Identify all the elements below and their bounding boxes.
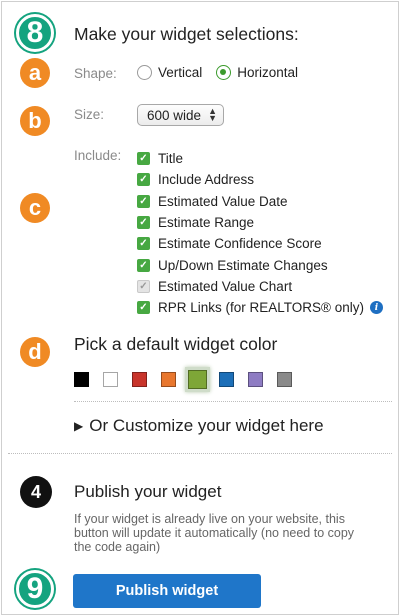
- include-checklist: ✓ Title ✓ Include Address ✓ Estimated Va…: [137, 148, 384, 318]
- expand-triangle-icon: ▶: [74, 419, 84, 433]
- option-label: Estimated Value Date: [158, 193, 288, 209]
- divider: [74, 401, 392, 402]
- color-swatch-red[interactable]: [132, 372, 147, 387]
- color-swatches: [74, 370, 306, 389]
- badge-c-letter: c: [28, 195, 42, 220]
- shape-horizontal-label: Horizontal: [237, 65, 299, 80]
- publish-description: If your widget is already live on your w…: [74, 512, 355, 554]
- shape-vertical-radio[interactable]: Vertical: [137, 65, 202, 80]
- option-label: Include Address: [158, 172, 255, 188]
- badge-d-letter: d: [28, 339, 42, 364]
- selections-heading: Make your widget selections:: [74, 24, 299, 44]
- publish-heading: Publish your widget: [74, 482, 222, 501]
- color-swatch-black[interactable]: [74, 372, 89, 387]
- checkbox-checked-icon: ✓: [137, 152, 150, 166]
- badge-d: d: [20, 337, 50, 367]
- include-rpr-links-option[interactable]: ✓ RPR Links (for REALTORS® only) i: [137, 297, 384, 318]
- option-label: Estimate Range: [158, 215, 255, 231]
- step-4-number: 4: [30, 481, 41, 502]
- step-9-number: 9: [26, 572, 44, 605]
- customize-toggle[interactable]: ▶ Or Customize your widget here: [74, 416, 324, 436]
- checkbox-checked-icon: ✓: [137, 173, 150, 187]
- checkbox-checked-icon: ✓: [137, 258, 150, 272]
- option-label: Estimate Confidence Score: [158, 236, 322, 252]
- shape-horizontal-radio[interactable]: Horizontal: [216, 65, 298, 80]
- info-icon[interactable]: i: [370, 301, 384, 315]
- include-estimate-changes-option[interactable]: ✓ Up/Down Estimate Changes: [137, 254, 383, 275]
- include-estimated-value-date-option[interactable]: ✓ Estimated Value Date: [137, 191, 383, 212]
- option-label: Title: [158, 151, 184, 167]
- color-swatch-purple[interactable]: [248, 372, 263, 387]
- checkbox-disabled-checked-icon: ✓: [137, 279, 150, 293]
- option-label: Up/Down Estimate Changes: [158, 257, 328, 273]
- include-address-option[interactable]: ✓ Include Address: [137, 169, 383, 190]
- color-heading: Pick a default widget color: [74, 334, 278, 354]
- color-swatch-green[interactable]: [188, 370, 207, 389]
- checkbox-checked-icon: ✓: [137, 237, 150, 251]
- checkbox-checked-icon: ✓: [137, 194, 150, 208]
- checkbox-checked-icon: ✓: [137, 301, 150, 315]
- step-8-number: 8: [26, 16, 44, 49]
- color-swatch-orange[interactable]: [161, 372, 176, 387]
- color-swatch-blue[interactable]: [219, 372, 234, 387]
- checkbox-checked-icon: ✓: [137, 216, 150, 230]
- size-select-value: 600 wide: [147, 107, 202, 123]
- step-8-badge: 8: [16, 14, 54, 52]
- shape-vertical-label: Vertical: [158, 65, 203, 80]
- customize-label: Or Customize your widget here: [89, 416, 324, 435]
- badge-b: b: [20, 106, 50, 136]
- option-label: RPR Links (for REALTORS® only): [158, 300, 365, 316]
- color-swatch-white[interactable]: [103, 372, 118, 387]
- include-title-option[interactable]: ✓ Title: [137, 148, 383, 169]
- include-value-chart-option: ✓ Estimated Value Chart: [137, 276, 383, 297]
- badge-a: a: [20, 58, 50, 88]
- publish-widget-button[interactable]: Publish widget: [73, 574, 261, 608]
- radio-checked-icon: [216, 65, 232, 80]
- shape-label: Shape:: [74, 66, 117, 81]
- step-9-badge: 9: [16, 570, 54, 608]
- option-label: Estimated Value Chart: [158, 278, 293, 294]
- size-select[interactable]: 600 wide ▲ ▼: [137, 104, 224, 126]
- badge-a-letter: a: [28, 60, 42, 85]
- include-estimate-range-option[interactable]: ✓ Estimate Range: [137, 212, 383, 233]
- select-arrows-icon: ▲ ▼: [208, 106, 217, 123]
- badge-b-letter: b: [28, 108, 42, 133]
- include-confidence-score-option[interactable]: ✓ Estimate Confidence Score: [137, 233, 383, 254]
- step-4-badge: 4: [20, 476, 52, 508]
- include-label: Include:: [74, 148, 122, 163]
- section-divider: [8, 453, 392, 454]
- shape-radio-group: Vertical Horizontal: [137, 65, 312, 80]
- radio-unchecked-icon: [137, 65, 152, 80]
- color-swatch-gray[interactable]: [277, 372, 292, 387]
- size-label: Size:: [74, 107, 105, 122]
- badge-c: c: [20, 193, 50, 223]
